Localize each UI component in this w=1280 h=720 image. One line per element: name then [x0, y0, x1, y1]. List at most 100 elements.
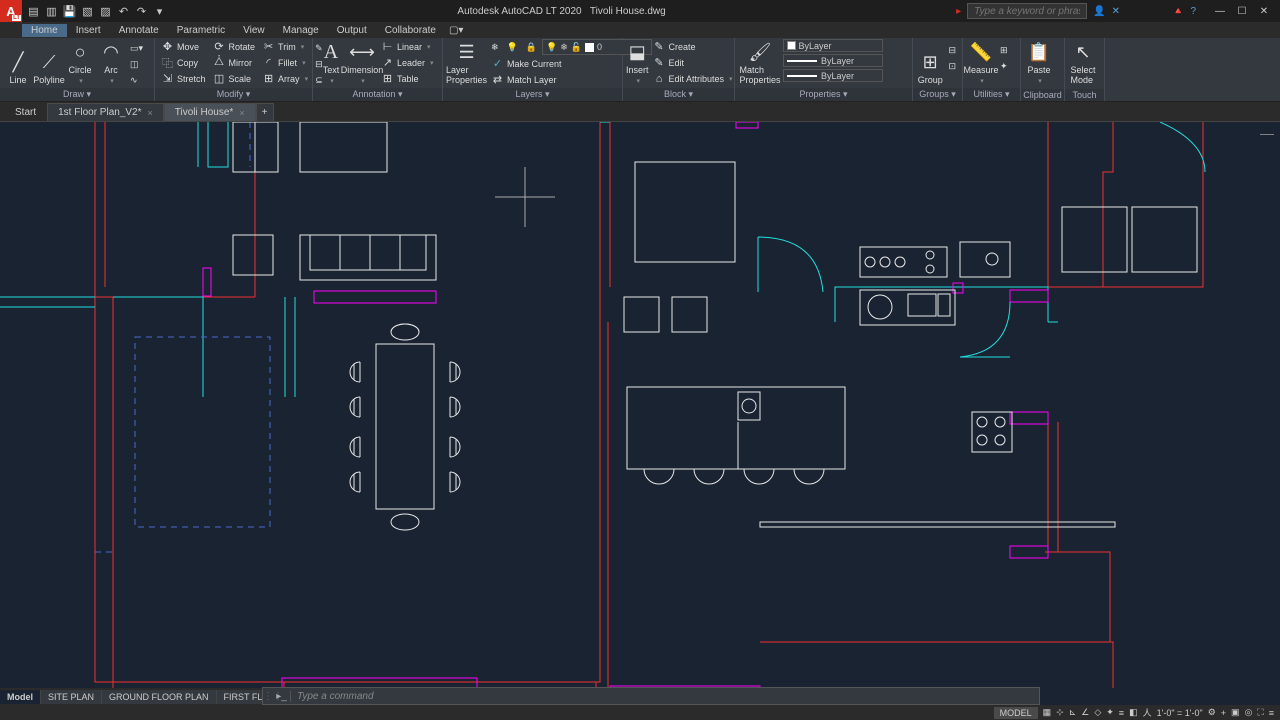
edit-attrs-button[interactable]: ⌂Edit Attributes	[650, 71, 736, 86]
leader-button[interactable]: ↗Leader	[378, 55, 437, 70]
linear-button[interactable]: ⊢Linear	[378, 39, 437, 54]
array-button[interactable]: ⊞Array	[259, 71, 311, 86]
paste-button[interactable]: 📋Paste	[1024, 39, 1054, 87]
close-button[interactable]: ✕	[1254, 3, 1274, 19]
command-input[interactable]: Type a command	[297, 691, 374, 702]
table-button[interactable]: ⊞Table	[378, 71, 437, 86]
layout-model[interactable]: Model	[0, 690, 41, 704]
group-button[interactable]: ⊞Group	[916, 39, 944, 87]
scale-readout[interactable]: 1'-0" = 1'-0"	[1157, 708, 1203, 718]
open-icon[interactable]: ▥	[44, 4, 59, 19]
grip-icon[interactable]: ⋮⋮	[263, 691, 273, 702]
create-block-button[interactable]: ✎Create	[650, 39, 736, 54]
panel-draw-title[interactable]: Draw ▾	[0, 88, 154, 101]
tab-file-1[interactable]: 1st Floor Plan_V2*×	[47, 103, 164, 121]
app-exchange-icon[interactable]: ✕	[1112, 6, 1120, 17]
customize-icon[interactable]: ≡	[1269, 708, 1274, 718]
tab-extra[interactable]: ▢▾	[445, 24, 467, 37]
annomonitor-icon[interactable]: +	[1221, 708, 1226, 718]
close-tab-icon[interactable]: ×	[148, 108, 153, 118]
new-tab-button[interactable]: +	[256, 103, 274, 121]
circle-button[interactable]: ○Circle	[65, 39, 95, 87]
stretch-button[interactable]: ⇲Stretch	[158, 71, 209, 86]
tab-parametric[interactable]: Parametric	[168, 24, 234, 37]
select-mode-button[interactable]: ↖Select Mode	[1068, 39, 1098, 87]
grid-toggle[interactable]: ▦	[1043, 707, 1052, 718]
command-line[interactable]: ⋮⋮ ▸_ Type a command	[262, 687, 1040, 705]
copy-button[interactable]: ⿻Copy	[158, 55, 209, 70]
ortho-toggle[interactable]: ⊾	[1069, 707, 1077, 718]
layer-properties-button[interactable]: ☰Layer Properties	[446, 39, 487, 87]
line-button[interactable]: ╱Line	[3, 39, 33, 87]
panel-utilities-title[interactable]: Utilities ▾	[963, 88, 1020, 101]
help-icon[interactable]: ?	[1190, 6, 1196, 17]
match-properties-button[interactable]: 🖌Match Properties	[738, 39, 782, 87]
redo-icon[interactable]: ↷	[134, 4, 149, 19]
panel-properties-title[interactable]: Properties ▾	[735, 88, 912, 101]
color-combo[interactable]: ByLayer	[783, 39, 883, 52]
tab-start[interactable]: Start	[4, 103, 47, 121]
undo-icon[interactable]: ↶	[116, 4, 131, 19]
text-button[interactable]: AText	[316, 39, 346, 87]
drawing-canvas[interactable]	[0, 122, 1280, 688]
hatch-icon[interactable]: ◫	[127, 57, 146, 72]
app-logo[interactable]: A	[0, 0, 22, 22]
ungroup-icon[interactable]: ⊟	[945, 43, 959, 58]
tab-view[interactable]: View	[234, 24, 274, 37]
panel-groups-title[interactable]: Groups ▾	[913, 88, 962, 101]
osnap-toggle[interactable]: ◇	[1094, 707, 1101, 718]
signin-icon[interactable]: 👤	[1093, 6, 1105, 17]
maximize-button[interactable]: ☐	[1232, 3, 1252, 19]
fillet-button[interactable]: ◜Fillet	[259, 55, 311, 70]
group-edit-icon[interactable]: ⊡	[945, 59, 959, 74]
minimize-button[interactable]: —	[1210, 3, 1230, 19]
rotate-button[interactable]: ⟳Rotate	[210, 39, 259, 54]
tab-insert[interactable]: Insert	[67, 24, 110, 37]
layout-tab[interactable]: GROUND FLOOR PLAN	[102, 690, 217, 704]
scale-button[interactable]: ◫Scale	[210, 71, 259, 86]
cleanscreen-icon[interactable]: ⛶	[1257, 707, 1263, 718]
close-tab-icon[interactable]: ×	[239, 108, 244, 118]
calc-icon[interactable]: ⊞	[997, 43, 1011, 58]
rect-icon[interactable]: ▭▾	[127, 41, 146, 56]
snap-toggle[interactable]: ⊹	[1056, 707, 1064, 718]
panel-modify-title[interactable]: Modify ▾	[155, 88, 312, 101]
save-icon[interactable]: 💾	[62, 4, 77, 19]
spline-icon[interactable]: ∿	[127, 73, 146, 88]
tab-home[interactable]: Home	[22, 24, 67, 37]
tab-file-2[interactable]: Tivoli House*×	[164, 103, 256, 121]
modelspace-toggle[interactable]: MODEL	[994, 707, 1038, 719]
saveas-icon[interactable]: ▧	[80, 4, 95, 19]
polyline-button[interactable]: ⟋Polyline	[34, 39, 64, 87]
help-search-input[interactable]	[967, 3, 1087, 19]
lineweight-toggle[interactable]: ≡	[1119, 708, 1124, 718]
annoscale-icon[interactable]: 人	[1143, 706, 1152, 719]
edit-block-button[interactable]: ✎Edit	[650, 55, 736, 70]
move-button[interactable]: ✥Move	[158, 39, 209, 54]
layer-state-icon[interactable]: ❄	[488, 40, 502, 55]
point-icon[interactable]: ✦	[997, 59, 1011, 74]
polar-toggle[interactable]: ∠	[1081, 707, 1089, 718]
arc-button[interactable]: ◠Arc	[96, 39, 126, 87]
tab-annotate[interactable]: Annotate	[110, 24, 168, 37]
linetype-combo[interactable]: ByLayer	[783, 69, 883, 82]
isolate-icon[interactable]: ◎	[1245, 707, 1253, 718]
panel-annotation-title[interactable]: Annotation ▾	[313, 88, 442, 101]
insert-button[interactable]: ⬓Insert	[626, 39, 649, 87]
layer-lock-icon[interactable]: 🔒	[523, 40, 540, 55]
layout-tab[interactable]: SITE PLAN	[41, 690, 102, 704]
panel-layers-title[interactable]: Layers ▾	[443, 88, 622, 101]
dimension-button[interactable]: ⟷Dimension	[347, 39, 377, 87]
otrack-toggle[interactable]: ✦	[1106, 707, 1114, 718]
new-icon[interactable]: ▤	[26, 4, 41, 19]
measure-button[interactable]: 📏Measure	[966, 39, 996, 87]
plot-icon[interactable]: ▨	[98, 4, 113, 19]
qat-more-icon[interactable]: ▾	[152, 4, 167, 19]
panel-block-title[interactable]: Block ▾	[623, 88, 734, 101]
tab-manage[interactable]: Manage	[274, 24, 328, 37]
hardwareaccel-icon[interactable]: ▣	[1231, 707, 1240, 718]
layer-off-icon[interactable]: 💡	[504, 40, 521, 55]
search-caret-icon[interactable]: ▸	[956, 6, 961, 17]
viewport-minimize-icon[interactable]: —	[1260, 125, 1274, 141]
workspace-icon[interactable]: ⚙	[1208, 707, 1216, 718]
